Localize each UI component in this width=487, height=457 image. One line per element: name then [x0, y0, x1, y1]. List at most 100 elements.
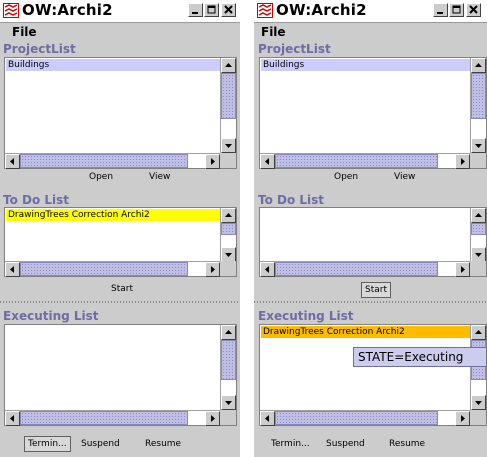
scroll-right-button[interactable] — [455, 262, 470, 277]
open-button[interactable]: Open — [89, 172, 113, 182]
scroll-down-button[interactable] — [221, 138, 236, 153]
scroll-up-button[interactable] — [221, 58, 236, 73]
scroll-down-button[interactable] — [471, 247, 486, 262]
terminate-button[interactable]: Termin... — [271, 439, 310, 449]
scroll-down-button[interactable] — [471, 138, 486, 153]
horizontal-scrollbar[interactable] — [5, 153, 220, 169]
horizontal-scrollbar[interactable] — [5, 410, 220, 426]
todo-list-title: To Do List — [3, 193, 70, 207]
project-list-title: ProjectList — [258, 42, 331, 56]
executing-list-title: Executing List — [258, 309, 354, 323]
list-item[interactable]: DrawingTrees Correction Archi2 — [6, 209, 220, 221]
minimize-button[interactable] — [188, 3, 203, 17]
horizontal-scrollbar[interactable] — [260, 261, 470, 277]
scroll-thumb[interactable] — [221, 73, 236, 119]
open-button[interactable]: Open — [334, 172, 358, 182]
scroll-thumb[interactable] — [221, 340, 236, 380]
scroll-up-button[interactable] — [471, 325, 486, 340]
scroll-corner — [470, 410, 486, 425]
list-item[interactable]: Buildings — [6, 59, 220, 71]
menu-file[interactable]: File — [12, 25, 37, 39]
horizontal-scrollbar[interactable] — [260, 153, 470, 169]
scroll-left-button[interactable] — [5, 411, 20, 426]
scroll-thumb[interactable] — [471, 223, 486, 235]
hscroll-thumb[interactable] — [20, 262, 188, 276]
window-title: OW:Archi2 — [22, 1, 113, 19]
close-button[interactable] — [466, 3, 481, 17]
project-list[interactable]: Buildings — [4, 57, 237, 169]
todo-list[interactable]: DrawingTrees Correction Archi2 — [4, 207, 237, 277]
window-left: OW:Archi2 File ProjectList Buildings Ope… — [0, 0, 240, 457]
start-button[interactable]: Start — [111, 284, 133, 294]
title-bar[interactable]: OW:Archi2 — [0, 0, 240, 23]
resume-button[interactable]: Resume — [145, 439, 181, 449]
hscroll-thumb[interactable] — [275, 154, 438, 168]
vertical-scrollbar[interactable] — [220, 208, 236, 262]
menu-bar: File — [0, 23, 240, 42]
project-list[interactable]: Buildings — [259, 57, 487, 169]
scroll-right-button[interactable] — [455, 154, 470, 169]
suspend-button[interactable]: Suspend — [81, 439, 120, 449]
suspend-button[interactable]: Suspend — [326, 439, 365, 449]
scroll-up-button[interactable] — [221, 208, 236, 223]
scroll-right-button[interactable] — [205, 262, 220, 277]
scroll-left-button[interactable] — [260, 411, 275, 426]
vertical-scrollbar[interactable] — [220, 325, 236, 410]
horizontal-scrollbar[interactable] — [5, 261, 220, 277]
project-list-title: ProjectList — [3, 42, 76, 56]
vertical-scrollbar[interactable] — [220, 58, 236, 153]
scroll-thumb[interactable] — [221, 223, 236, 235]
maximize-button[interactable] — [204, 3, 219, 17]
scroll-corner — [470, 261, 486, 276]
divider — [0, 301, 240, 303]
scroll-corner — [220, 410, 236, 425]
scroll-right-button[interactable] — [205, 411, 220, 426]
list-item[interactable]: Buildings — [261, 59, 470, 71]
vertical-scrollbar[interactable] — [470, 58, 486, 153]
scroll-up-button[interactable] — [471, 58, 486, 73]
hscroll-thumb[interactable] — [275, 262, 438, 276]
menu-bar: File — [254, 23, 487, 42]
hscroll-thumb[interactable] — [275, 411, 438, 425]
hscroll-thumb[interactable] — [20, 154, 188, 168]
horizontal-scrollbar[interactable] — [260, 410, 470, 426]
divider — [254, 301, 487, 303]
scroll-corner — [220, 261, 236, 276]
app-icon — [257, 3, 273, 18]
todo-list[interactable] — [259, 207, 487, 277]
start-button[interactable]: Start — [361, 282, 391, 298]
todo-list-title: To Do List — [258, 193, 325, 207]
window-title: OW:Archi2 — [276, 1, 367, 19]
scroll-left-button[interactable] — [5, 154, 20, 169]
scroll-down-button[interactable] — [221, 395, 236, 410]
terminate-button[interactable]: Termin... — [24, 436, 71, 452]
scroll-left-button[interactable] — [5, 262, 20, 277]
resume-button[interactable]: Resume — [389, 439, 425, 449]
scroll-down-button[interactable] — [471, 395, 486, 410]
scroll-left-button[interactable] — [260, 262, 275, 277]
minimize-button[interactable] — [433, 3, 448, 17]
view-button[interactable]: View — [394, 172, 415, 182]
hscroll-thumb[interactable] — [20, 411, 188, 425]
scroll-thumb[interactable] — [471, 73, 486, 119]
executing-list[interactable] — [4, 324, 237, 426]
menu-file[interactable]: File — [261, 25, 286, 39]
title-bar[interactable]: OW:Archi2 — [254, 0, 487, 23]
scroll-down-button[interactable] — [221, 247, 236, 262]
scroll-corner — [470, 153, 486, 168]
scroll-right-button[interactable] — [455, 411, 470, 426]
view-button[interactable]: View — [149, 172, 170, 182]
scroll-up-button[interactable] — [221, 325, 236, 340]
scroll-corner — [220, 153, 236, 168]
scroll-left-button[interactable] — [260, 154, 275, 169]
vertical-scrollbar[interactable] — [470, 208, 486, 262]
list-item[interactable]: DrawingTrees Correction Archi2 — [261, 326, 470, 338]
executing-list-title: Executing List — [3, 309, 99, 323]
state-tooltip: STATE=Executing — [353, 347, 487, 367]
maximize-button[interactable] — [449, 3, 464, 17]
close-button[interactable] — [221, 3, 236, 17]
scroll-right-button[interactable] — [205, 154, 220, 169]
executing-list[interactable]: DrawingTrees Correction Archi2 — [259, 324, 487, 426]
vertical-scrollbar[interactable] — [470, 325, 486, 410]
scroll-up-button[interactable] — [471, 208, 486, 223]
